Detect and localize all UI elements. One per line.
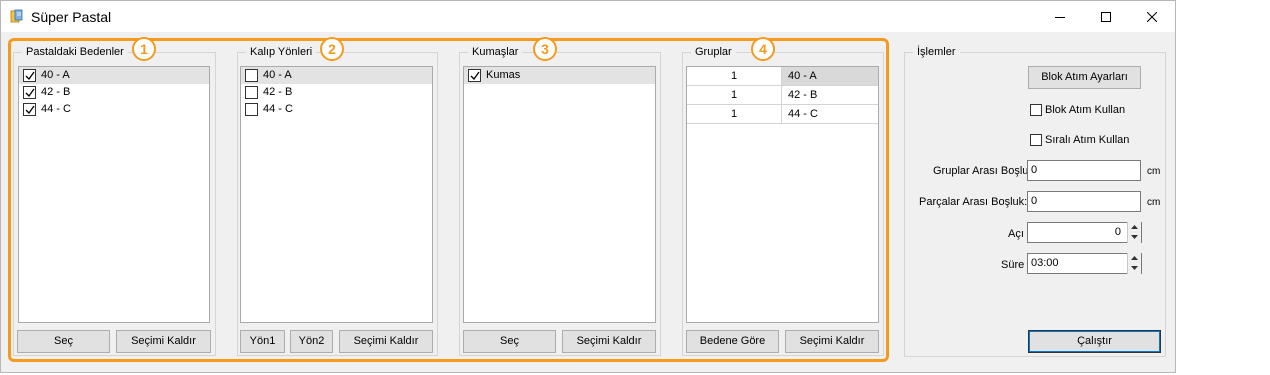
title-bar[interactable]: Süper Pastal	[1, 1, 1175, 32]
gruplar-arasi-input[interactable]: 0	[1027, 160, 1141, 181]
panel-islemler-legend: İşlemler	[913, 46, 960, 59]
blok-atim-checkbox[interactable]	[1030, 104, 1042, 116]
gruplar-arasi-label: Gruplar Arası Boşluk:	[933, 165, 1037, 177]
spin-up-icon[interactable]	[1128, 253, 1141, 263]
sure-spin-buttons[interactable]	[1127, 253, 1141, 274]
blok-atim-ayarlari-button[interactable]: Blok Atım Ayarları	[1028, 66, 1141, 89]
badge-4: 4	[751, 37, 775, 61]
badge-3: 3	[533, 37, 557, 61]
close-icon	[1147, 11, 1157, 22]
spin-down-icon[interactable]	[1128, 232, 1141, 242]
app-icon	[10, 9, 24, 23]
badge-2: 2	[320, 37, 344, 61]
sirali-atim-label: Sıralı Atım Kullan	[1045, 134, 1130, 146]
parcalar-arasi-unit: cm	[1147, 197, 1161, 208]
main-window: Süper Pastal Pastaldaki Bedenler 40 - A …	[0, 0, 1176, 373]
aci-spinbox[interactable]: 0	[1027, 222, 1142, 243]
maximize-button[interactable]	[1083, 1, 1129, 32]
minimize-button[interactable]	[1037, 1, 1083, 32]
maximize-icon	[1101, 11, 1111, 22]
window-title: Süper Pastal	[31, 9, 112, 25]
run-button[interactable]: Çalıştır	[1028, 330, 1161, 353]
spin-down-icon[interactable]	[1128, 263, 1141, 273]
gruplar-arasi-unit: cm	[1147, 166, 1161, 177]
sure-value: 03:00	[1031, 257, 1059, 269]
aci-label: Açı	[1008, 228, 1024, 240]
close-button[interactable]	[1129, 1, 1175, 32]
aci-spin-buttons[interactable]	[1127, 222, 1141, 243]
parcalar-arasi-input[interactable]: 0	[1027, 191, 1141, 212]
highlight-frame	[8, 38, 889, 362]
spin-up-icon[interactable]	[1128, 222, 1141, 232]
badge-1: 1	[132, 37, 156, 61]
minimize-icon	[1055, 16, 1065, 18]
sirali-atim-checkbox[interactable]	[1030, 134, 1042, 146]
aci-value: 0	[1114, 226, 1121, 238]
sure-spinbox[interactable]: 03:00	[1027, 253, 1142, 274]
blok-atim-label: Blok Atım Kullan	[1045, 104, 1126, 116]
parcalar-arasi-label: Parçalar Arası Boşluk:	[919, 196, 1028, 208]
sure-label: Süre	[1001, 259, 1025, 271]
